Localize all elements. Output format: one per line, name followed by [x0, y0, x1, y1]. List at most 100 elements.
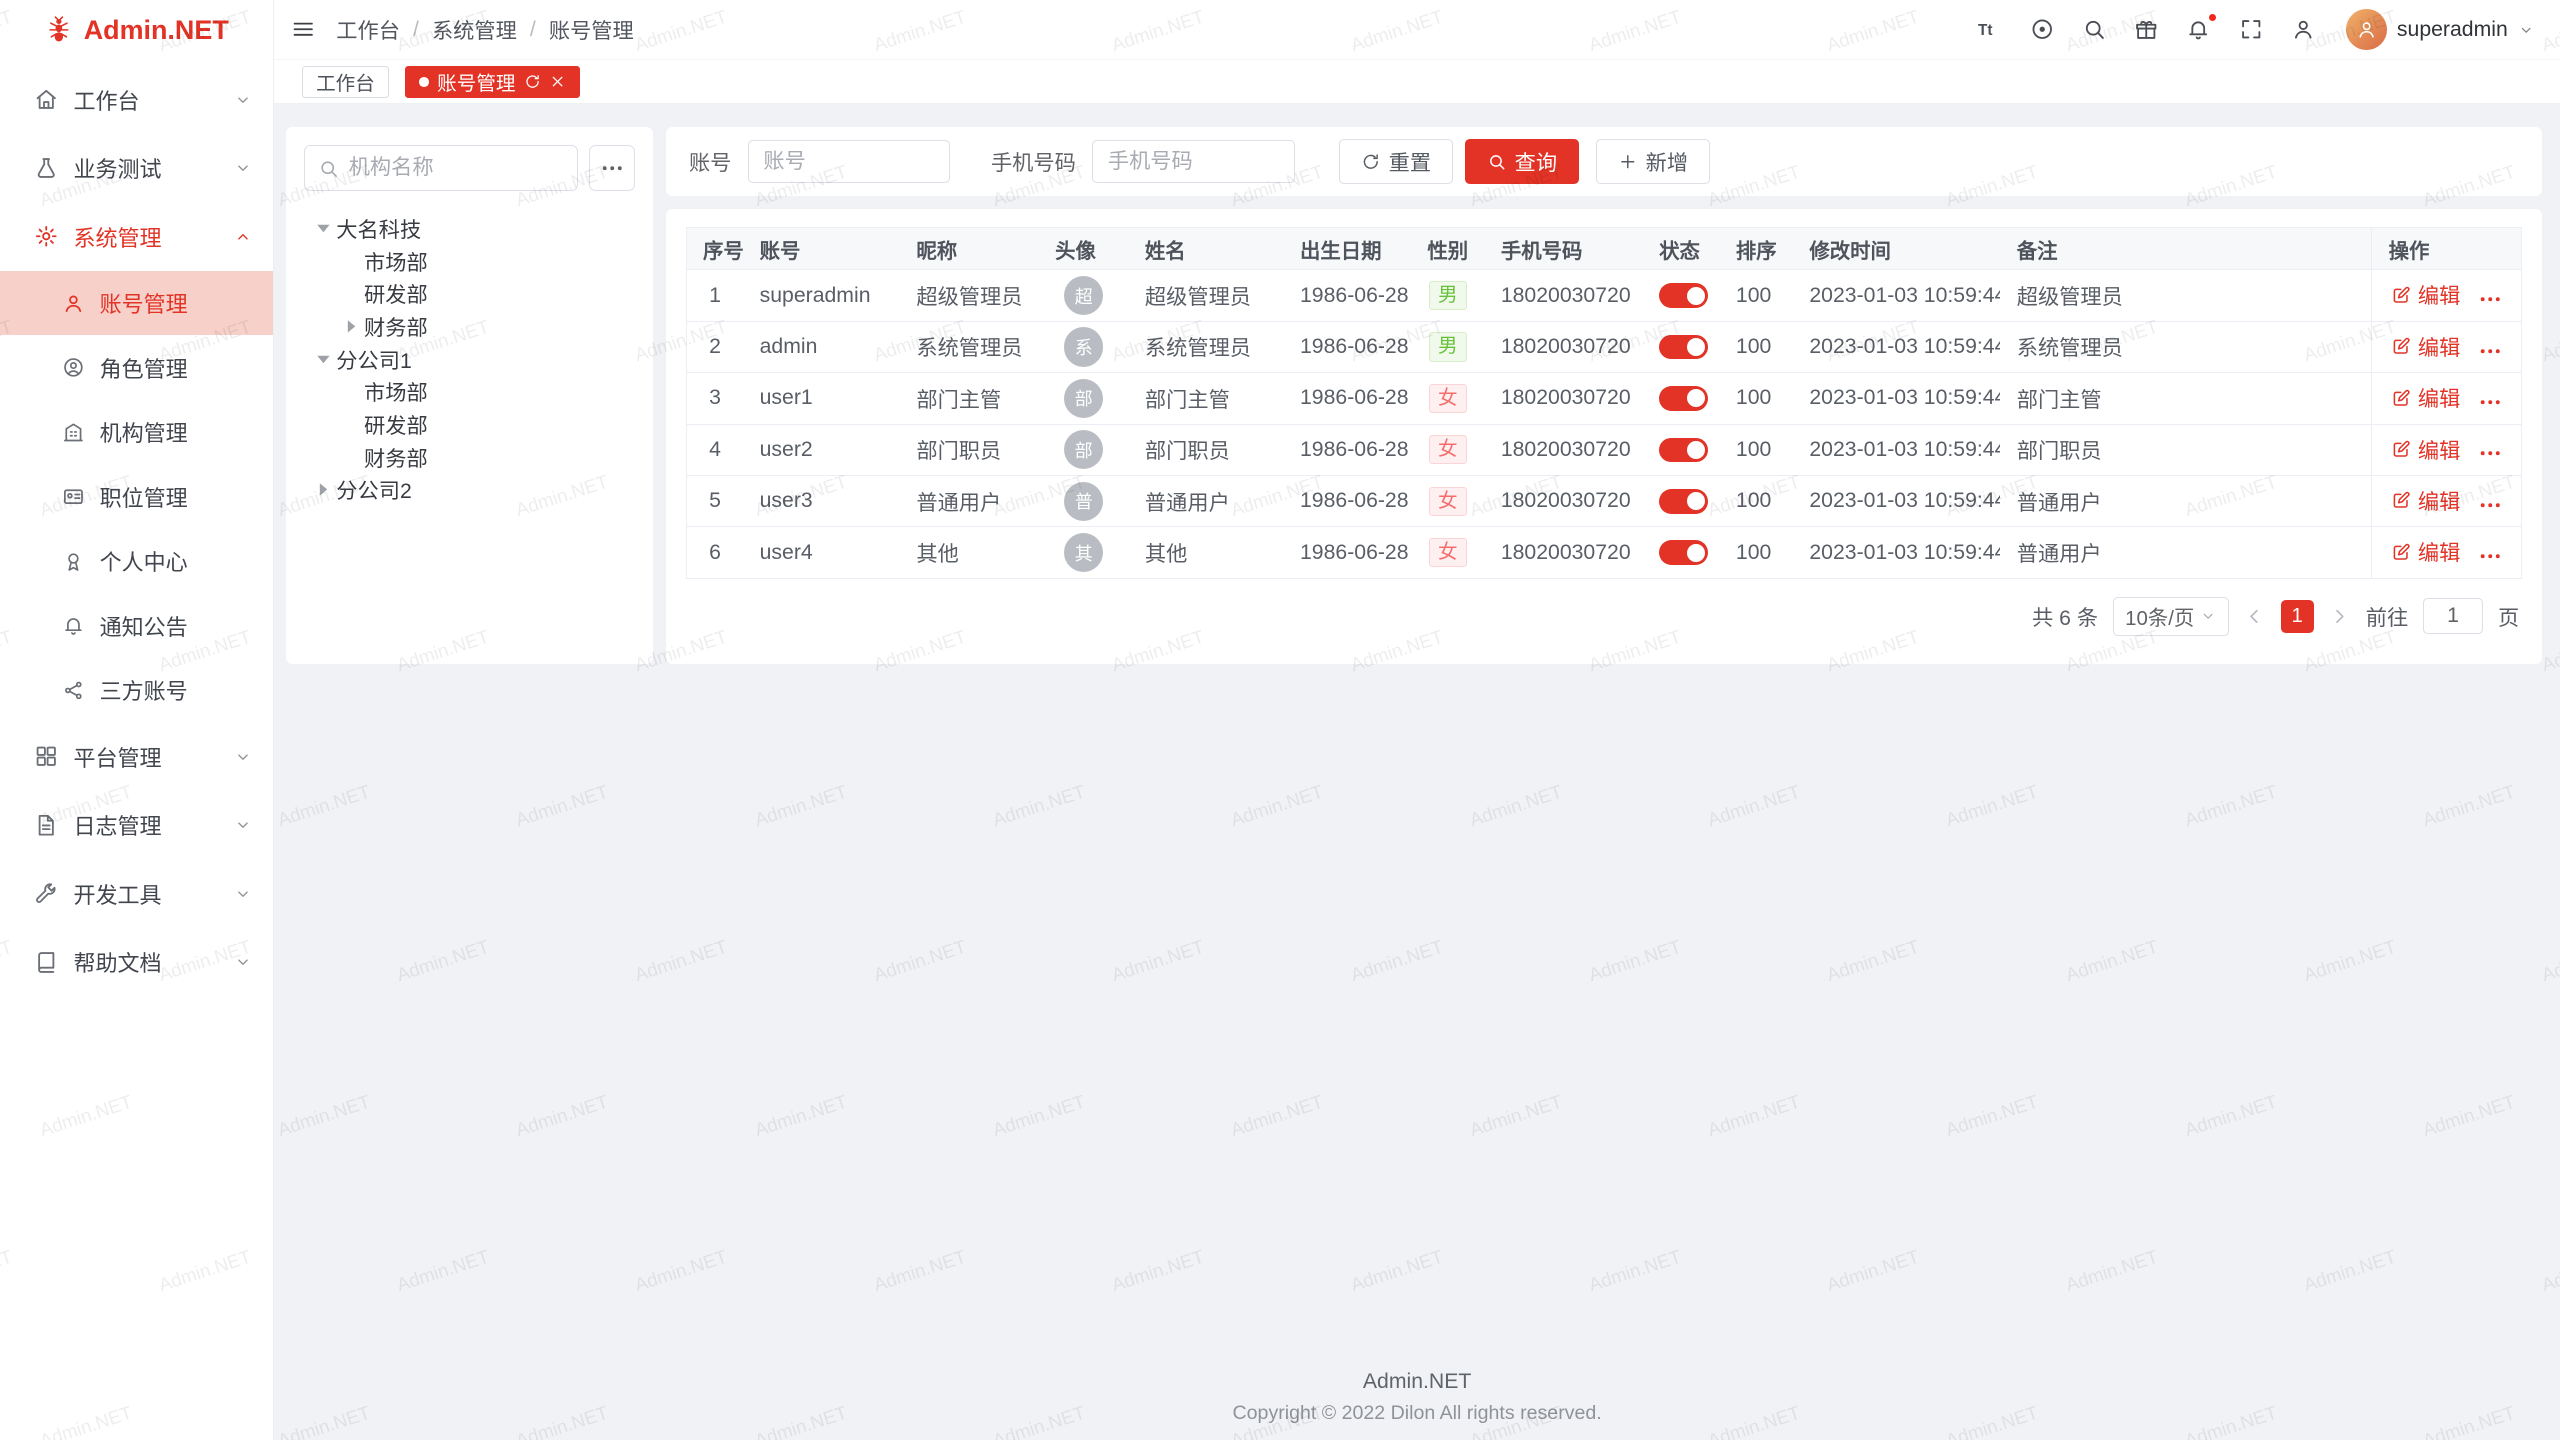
- add-button[interactable]: 新增: [1596, 139, 1711, 185]
- org-more-button[interactable]: [589, 145, 635, 191]
- cell-birth-date: 1986-06-28: [1284, 424, 1411, 475]
- sidebar-subitem-label: 职位管理: [100, 481, 188, 513]
- tab-close-icon[interactable]: [549, 73, 566, 90]
- sidebar-subitem-organization-management[interactable]: 机构管理: [0, 400, 273, 464]
- edit-button[interactable]: 编辑: [2391, 382, 2460, 413]
- page-number-1[interactable]: 1: [2281, 600, 2314, 633]
- tree-node[interactable]: 研发部: [304, 277, 635, 310]
- plus-icon: [1618, 152, 1638, 172]
- content: 大名科技市场部研发部财务部分公司1市场部研发部财务部分公司2 账号 手机号码 重…: [274, 104, 2560, 1364]
- org-search-input[interactable]: [349, 156, 564, 180]
- tab-account-management[interactable]: 账号管理: [405, 66, 580, 99]
- row-more-button[interactable]: [2478, 441, 2502, 465]
- cell-avatar: 其: [1039, 527, 1129, 578]
- goto-label: 前往: [2366, 601, 2408, 632]
- cell-actions: 编辑: [2372, 270, 2522, 321]
- pagination-total: 共 6 条: [2032, 601, 2098, 632]
- prev-page-button[interactable]: [2243, 605, 2266, 628]
- user-icon[interactable]: [2291, 17, 2315, 41]
- tree-node[interactable]: 市场部: [304, 245, 635, 278]
- bell-icon[interactable]: [2186, 17, 2210, 41]
- tree-node[interactable]: 研发部: [304, 408, 635, 441]
- sidebar-item-log-management[interactable]: 日志管理: [0, 791, 273, 860]
- cell-actions: 编辑: [2372, 527, 2522, 578]
- reset-button[interactable]: 重置: [1339, 139, 1454, 185]
- row-more-button[interactable]: [2478, 493, 2502, 517]
- avatar-person-icon: [2356, 19, 2377, 40]
- tab-workbench[interactable]: 工作台: [302, 66, 389, 99]
- search-icon[interactable]: [2082, 17, 2106, 41]
- caret-down-icon[interactable]: [312, 217, 335, 240]
- gender-tag: 女: [1429, 435, 1467, 464]
- tree-node[interactable]: 分公司2: [304, 473, 635, 506]
- search-icon: [318, 158, 339, 179]
- search-button[interactable]: 查询: [1465, 139, 1580, 185]
- sidebar-subitem-personal-center[interactable]: 个人中心: [0, 529, 273, 593]
- status-toggle[interactable]: [1659, 438, 1708, 462]
- topbar-actions: Tt superadmin: [1977, 9, 2533, 50]
- table-row: 2admin系统管理员系系统管理员1986-06-28男180200307201…: [686, 321, 2522, 372]
- row-more-button[interactable]: [2478, 544, 2502, 568]
- cell-nickname: 系统管理员: [900, 321, 1039, 372]
- row-avatar: 普: [1064, 482, 1103, 521]
- menu-collapse-icon[interactable]: [291, 17, 315, 41]
- font-size-icon[interactable]: Tt: [1977, 17, 2001, 41]
- target-icon[interactable]: [2030, 17, 2054, 41]
- sidebar-subitem-account-management[interactable]: 账号管理: [0, 271, 273, 335]
- breadcrumb-item[interactable]: 工作台: [336, 14, 400, 45]
- sidebar-subitem-notice-announcement[interactable]: 通知公告: [0, 593, 273, 657]
- phone-input[interactable]: [1092, 140, 1294, 182]
- tree-node[interactable]: 大名科技: [304, 212, 635, 245]
- account-label: 账号: [689, 146, 731, 177]
- user-menu[interactable]: superadmin: [2346, 9, 2534, 50]
- sidebar-subitem-position-management[interactable]: 职位管理: [0, 464, 273, 528]
- edit-button[interactable]: 编辑: [2391, 434, 2460, 465]
- edit-icon: [2391, 285, 2411, 305]
- cell-actions: 编辑: [2372, 321, 2522, 372]
- caret-down-icon[interactable]: [312, 348, 335, 371]
- edit-button[interactable]: 编辑: [2391, 331, 2460, 362]
- breadcrumb-item[interactable]: 账号管理: [549, 14, 634, 45]
- cell-actions: 编辑: [2372, 373, 2522, 424]
- row-more-button[interactable]: [2478, 390, 2502, 414]
- status-toggle[interactable]: [1659, 283, 1708, 307]
- row-avatar: 其: [1064, 533, 1103, 572]
- status-toggle[interactable]: [1659, 335, 1708, 359]
- chevron-down-icon: [2518, 22, 2534, 38]
- status-toggle[interactable]: [1659, 489, 1708, 513]
- gift-icon[interactable]: [2134, 17, 2158, 41]
- sidebar-item-help-docs[interactable]: 帮助文档: [0, 928, 273, 997]
- sidebar-item-workbench[interactable]: 工作台: [0, 65, 273, 134]
- goto-page-input[interactable]: [2423, 598, 2483, 634]
- edit-button[interactable]: 编辑: [2391, 536, 2460, 567]
- tree-node[interactable]: 财务部: [304, 310, 635, 343]
- row-more-button[interactable]: [2478, 339, 2502, 363]
- edit-button[interactable]: 编辑: [2391, 279, 2460, 310]
- tab-refresh-icon[interactable]: [524, 73, 541, 90]
- edit-button[interactable]: 编辑: [2391, 485, 2460, 516]
- sidebar-subitem-third-party-account[interactable]: 三方账号: [0, 658, 273, 722]
- account-input[interactable]: [748, 140, 950, 182]
- next-page-button[interactable]: [2328, 605, 2351, 628]
- row-more-button[interactable]: [2478, 287, 2502, 311]
- tree-node[interactable]: 市场部: [304, 375, 635, 408]
- status-toggle[interactable]: [1659, 386, 1708, 410]
- cell-birth-date: 1986-06-28: [1284, 321, 1411, 372]
- sidebar-item-dev-tools[interactable]: 开发工具: [0, 860, 273, 929]
- tree-node-label: 分公司1: [336, 344, 411, 375]
- fullscreen-icon[interactable]: [2239, 17, 2263, 41]
- breadcrumb-item[interactable]: 系统管理: [432, 14, 517, 45]
- page-size-select[interactable]: 10条/页: [2113, 597, 2229, 636]
- sidebar-item-system-management[interactable]: 系统管理: [0, 202, 273, 271]
- status-toggle[interactable]: [1659, 540, 1708, 564]
- cell-remark: 普通用户: [2000, 476, 2371, 527]
- tree-node[interactable]: 分公司1: [304, 343, 635, 376]
- sidebar-item-platform-management[interactable]: 平台管理: [0, 722, 273, 791]
- caret-right-icon[interactable]: [340, 315, 363, 338]
- caret-right-icon[interactable]: [312, 478, 335, 501]
- sidebar-subitem-role-management[interactable]: 角色管理: [0, 335, 273, 399]
- sidebar-item-business-test[interactable]: 业务测试: [0, 134, 273, 203]
- filter-bar: 账号 手机号码 重置 查询 新增: [666, 127, 2542, 196]
- cell-name: 部门职员: [1129, 424, 1284, 475]
- tree-node[interactable]: 财务部: [304, 441, 635, 474]
